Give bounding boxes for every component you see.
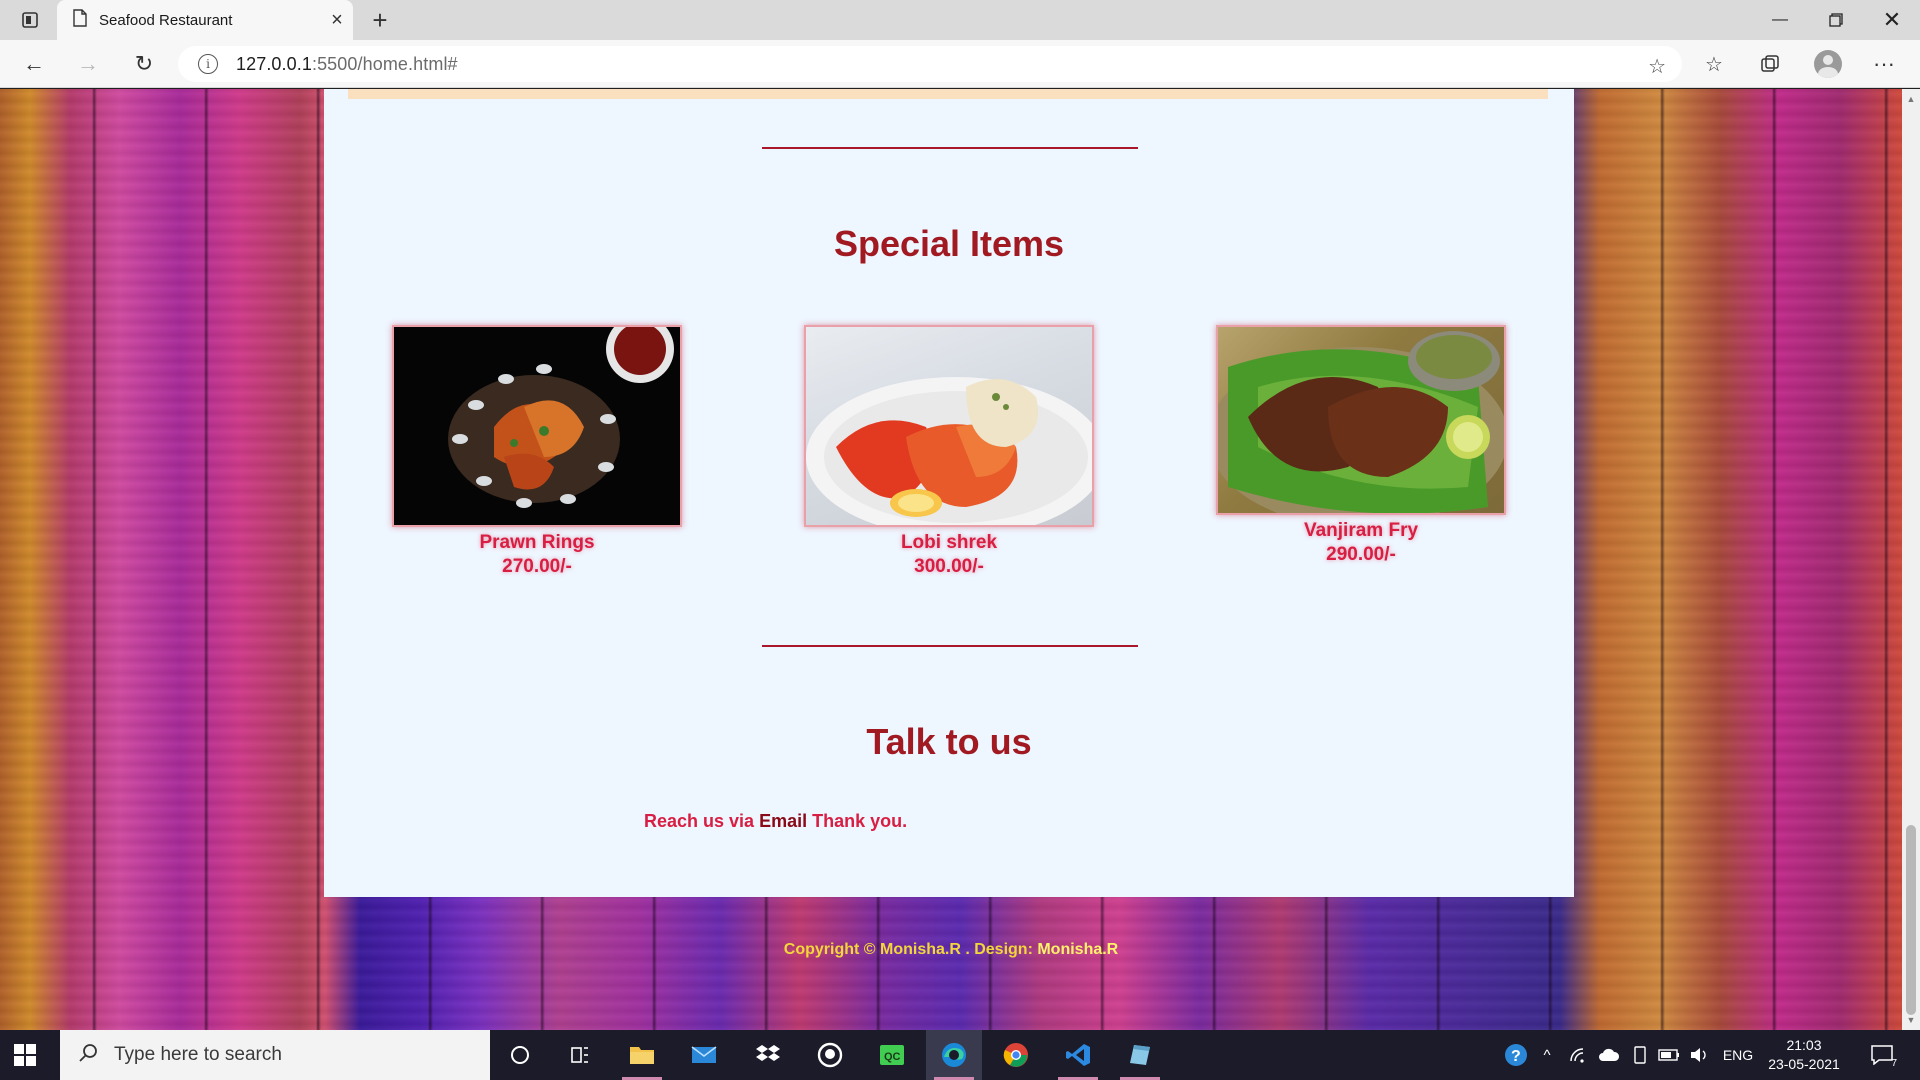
- item-name: Vanjiram Fry: [1303, 520, 1419, 541]
- dropbox-icon[interactable]: [740, 1030, 796, 1080]
- header-strip: [348, 89, 1548, 99]
- email-link[interactable]: Email: [759, 811, 807, 831]
- svg-text:QC: QC: [884, 1051, 901, 1063]
- search-icon: [78, 1043, 98, 1068]
- notification-count: 7: [1891, 1058, 1897, 1069]
- prawn-rings-image[interactable]: [392, 325, 682, 527]
- item-price: 270.00/-: [502, 556, 572, 577]
- scroll-down-icon[interactable]: ▼: [1902, 1012, 1920, 1028]
- url-text: 127.0.0.1:5500/home.html#: [236, 53, 458, 74]
- clock-time: 21:03: [1786, 1037, 1822, 1053]
- clock-date: 23-05-2021: [1768, 1056, 1840, 1072]
- footer-copyright: Copyright © Monisha.R . Design: Monisha.…: [783, 941, 1119, 958]
- file-explorer-icon[interactable]: [614, 1030, 670, 1080]
- cortana-icon[interactable]: [492, 1030, 548, 1080]
- tab-actions-icon[interactable]: [14, 8, 46, 32]
- page-icon: [73, 8, 87, 32]
- windows-start-icon[interactable]: [10, 1040, 40, 1070]
- minimize-icon[interactable]: —: [1752, 0, 1808, 40]
- lobi-shrek-image[interactable]: [804, 325, 1094, 527]
- collections-icon[interactable]: [1752, 48, 1788, 80]
- notification-center-icon[interactable]: 7: [1864, 1040, 1900, 1070]
- svg-text:?: ?: [1511, 1048, 1521, 1065]
- vanjiram-fry-image[interactable]: [1216, 325, 1506, 515]
- close-window-icon[interactable]: ✕: [1864, 0, 1920, 40]
- help-icon[interactable]: ?: [1500, 1030, 1532, 1080]
- section-divider: [762, 147, 1138, 149]
- url-field[interactable]: i 127.0.0.1:5500/home.html# ☆: [178, 46, 1682, 82]
- info-icon[interactable]: i: [198, 54, 218, 74]
- item-price: 290.00/-: [1326, 544, 1396, 565]
- special-items-heading: Special Items: [833, 223, 1065, 264]
- close-tab-icon[interactable]: ×: [321, 4, 353, 36]
- tab-title: Seafood Restaurant: [99, 11, 233, 29]
- vscode-icon[interactable]: [1050, 1030, 1106, 1080]
- battery-icon[interactable]: [1656, 1030, 1682, 1080]
- page-scrollbar[interactable]: ▲ ▼: [1902, 89, 1920, 1030]
- menu-item-card[interactable]: Prawn Rings 270.00/-: [392, 325, 682, 579]
- restore-icon[interactable]: [1808, 0, 1864, 40]
- wifi-icon[interactable]: [1566, 1030, 1590, 1080]
- menu-item-card[interactable]: Lobi shrek 300.00/-: [804, 325, 1094, 579]
- chevron-up-icon[interactable]: ^: [1536, 1030, 1558, 1080]
- taskbar-search-field[interactable]: Type here to search: [60, 1030, 490, 1080]
- favorites-icon[interactable]: ☆: [1696, 48, 1732, 80]
- item-name: Lobi shrek: [900, 532, 998, 553]
- task-view-icon[interactable]: [552, 1030, 608, 1080]
- talk-to-us-heading: Talk to us: [866, 721, 1032, 762]
- add-favorite-icon[interactable]: ☆: [1648, 54, 1666, 79]
- more-icon[interactable]: ···: [1866, 48, 1902, 80]
- item-name: Prawn Rings: [479, 532, 595, 553]
- content-panel: Special Items Prawn Rings 270.00/- Lobi …: [324, 89, 1574, 897]
- windows-taskbar: Type here to search QC ? ^ ENG 21:03 23-…: [0, 1030, 1920, 1080]
- menu-item-card[interactable]: Vanjiram Fry 290.00/-: [1216, 325, 1506, 567]
- chrome-icon[interactable]: [988, 1030, 1044, 1080]
- browser-tab[interactable]: Seafood Restaurant ×: [57, 0, 353, 40]
- browser-tab-bar: Seafood Restaurant × + — ✕: [0, 0, 1920, 40]
- notepad-icon[interactable]: [1112, 1030, 1168, 1080]
- search-placeholder: Type here to search: [114, 1044, 282, 1065]
- contact-text: Reach us via Email Thank you.: [644, 811, 908, 831]
- taskbar-clock[interactable]: 21:03 23-05-2021: [1756, 1036, 1852, 1074]
- scroll-up-icon[interactable]: ▲: [1902, 91, 1920, 107]
- onedrive-icon[interactable]: [1596, 1030, 1622, 1080]
- scroll-thumb[interactable]: [1906, 825, 1916, 1015]
- language-indicator[interactable]: ENG: [1718, 1030, 1758, 1080]
- refresh-icon[interactable]: ↻: [126, 48, 162, 80]
- section-divider: [762, 645, 1138, 647]
- back-arrow-icon[interactable]: ←: [16, 48, 52, 80]
- edge-browser-icon[interactable]: [926, 1030, 982, 1080]
- page-viewport: Special Items Prawn Rings 270.00/- Lobi …: [0, 89, 1902, 1030]
- footer-designer-link[interactable]: Monisha.R: [1037, 941, 1118, 958]
- profile-avatar[interactable]: [1810, 48, 1846, 80]
- qt-creator-icon[interactable]: QC: [864, 1030, 920, 1080]
- new-tab-icon[interactable]: +: [364, 4, 396, 36]
- github-desktop-icon[interactable]: [802, 1030, 858, 1080]
- mail-icon[interactable]: [676, 1030, 732, 1080]
- volume-icon[interactable]: [1686, 1030, 1712, 1080]
- forward-arrow-icon[interactable]: →: [70, 48, 106, 80]
- address-bar-row: ← → ↻ i 127.0.0.1:5500/home.html# ☆ ☆ ··…: [0, 40, 1920, 88]
- item-price: 300.00/-: [914, 556, 984, 577]
- device-icon[interactable]: [1628, 1030, 1652, 1080]
